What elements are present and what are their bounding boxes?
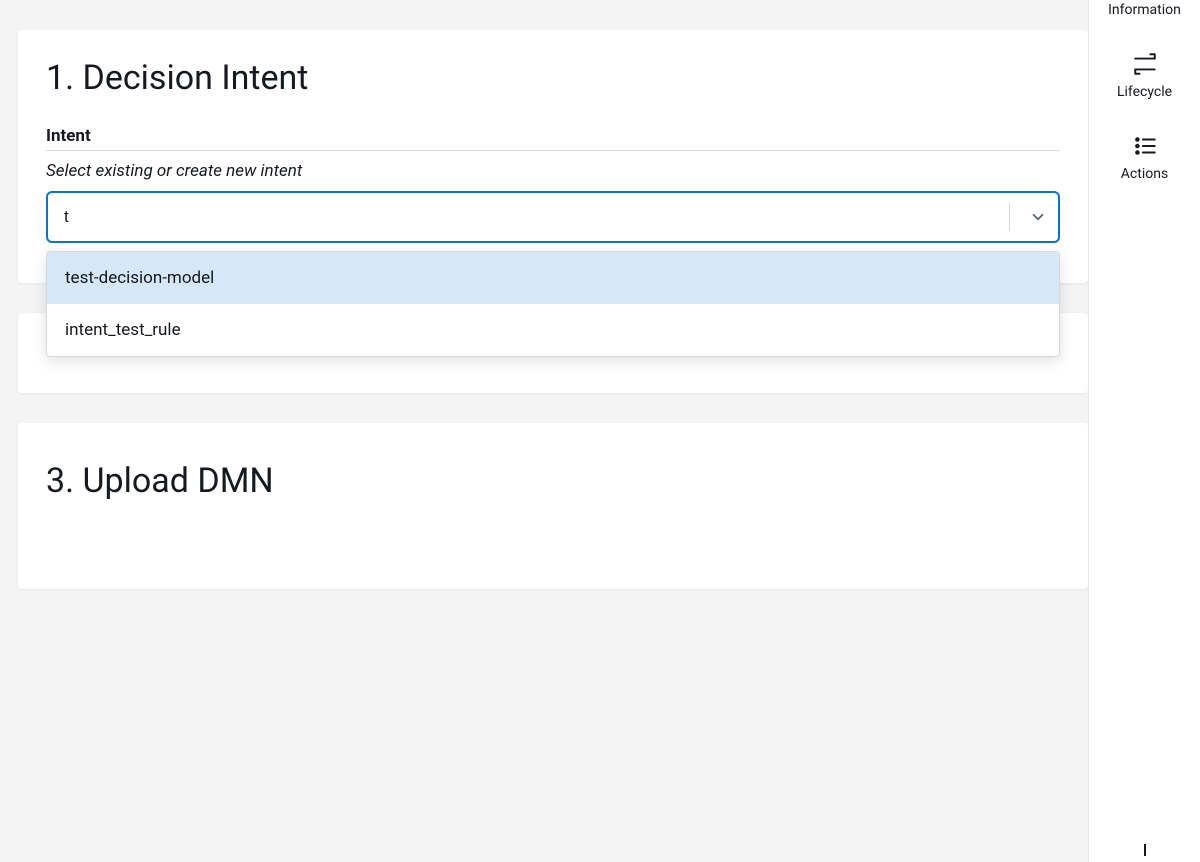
rail-information[interactable]: Information	[1089, 0, 1200, 32]
dropdown-item[interactable]: test-decision-model	[47, 252, 1059, 304]
intent-dropdown: test-decision-model intent_test_rule	[46, 251, 1060, 357]
lifecycle-icon	[1131, 50, 1159, 78]
decision-intent-card: 1. Decision Intent Intent Select existin…	[18, 30, 1088, 283]
decision-intent-title: 1. Decision Intent	[46, 58, 1060, 98]
right-rail: Information Lifecycle Actions	[1088, 0, 1200, 862]
rail-actions-label: Actions	[1121, 166, 1168, 182]
rail-lifecycle-label: Lifecycle	[1117, 84, 1172, 100]
intent-input[interactable]	[64, 207, 1001, 227]
rail-information-label: Information	[1108, 2, 1181, 18]
rail-lifecycle[interactable]: Lifecycle	[1089, 32, 1200, 114]
upload-dmn-title: 3. Upload DMN	[46, 461, 1060, 501]
upload-dmn-card: 3. Upload DMN	[18, 423, 1088, 589]
main-content: 1. Decision Intent Intent Select existin…	[0, 0, 1088, 862]
chevron-down-icon	[1029, 208, 1047, 226]
intent-combobox-wrap: test-decision-model intent_test_rule	[46, 191, 1060, 243]
intent-field: Intent Select existing or create new int…	[46, 126, 1060, 243]
rail-actions[interactable]: Actions	[1089, 114, 1200, 196]
combo-toggle[interactable]	[1018, 193, 1058, 241]
intent-label: Intent	[46, 126, 1060, 151]
dropdown-item[interactable]: intent_test_rule	[47, 304, 1059, 356]
intent-combobox[interactable]	[46, 191, 1060, 243]
rail-bottom-tick	[1144, 844, 1146, 856]
intent-helper: Select existing or create new intent	[46, 161, 1060, 181]
actions-icon	[1131, 132, 1159, 160]
combo-divider	[1009, 203, 1010, 231]
